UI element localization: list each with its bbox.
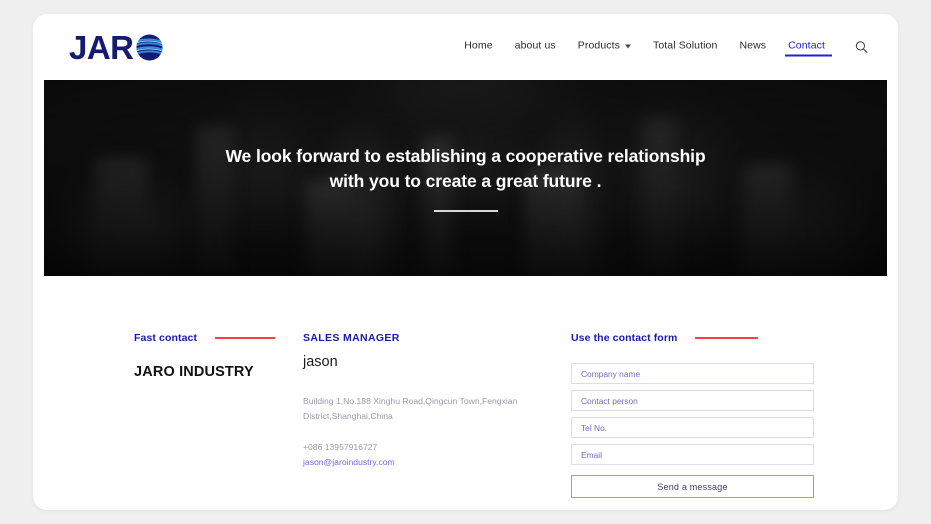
site-logo[interactable]: JAR xyxy=(69,31,164,64)
nav-label: Home xyxy=(464,39,493,52)
contact-person-input[interactable] xyxy=(571,390,814,411)
nav-item-about-us[interactable]: about us xyxy=(515,40,556,55)
contact-form: Send a message xyxy=(571,363,814,498)
sales-manager-title: SALES MANAGER xyxy=(303,332,400,344)
nav-label: Contact xyxy=(788,39,825,52)
sales-manager-column: SALES MANAGER jason Building 1,No.188 Xi… xyxy=(303,332,571,498)
nav-item-contact[interactable]: Contact xyxy=(785,39,832,57)
contact-form-title: Use the contact form xyxy=(571,332,678,344)
hero-headline: We look forward to establishing a cooper… xyxy=(225,144,705,194)
screenshot-stage: JAR Home about us Products Total Solutio… xyxy=(0,0,931,524)
nav-label: Total Solution xyxy=(653,39,718,52)
search-icon[interactable] xyxy=(855,41,868,54)
page-card: JAR Home about us Products Total Solutio… xyxy=(33,14,898,510)
fast-contact-title: Fast contact xyxy=(134,332,198,344)
contact-form-heading: Use the contact form xyxy=(571,332,814,344)
main-navigation: Home about us Products Total Solution Ne… xyxy=(464,39,868,57)
fast-contact-column: Fast contact JARO INDUSTRY xyxy=(33,332,303,498)
chevron-down-icon xyxy=(625,44,631,49)
email-input[interactable] xyxy=(571,444,814,465)
fast-contact-heading: Fast contact xyxy=(134,332,303,344)
accent-rule xyxy=(215,337,276,339)
hero-banner: We look forward to establishing a cooper… xyxy=(44,80,887,276)
active-nav-underline xyxy=(785,54,832,57)
address-line-2: District,Shanghai,China xyxy=(303,411,393,422)
nav-label: about us xyxy=(514,39,556,52)
hero-headline-line-1: We look forward to establishing a cooper… xyxy=(225,146,706,167)
office-address: Building 1,No.188 Xinghu Road,Qingcun To… xyxy=(303,394,521,424)
site-header: JAR Home about us Products Total Solutio… xyxy=(33,14,898,80)
company-name-input[interactable] xyxy=(571,363,814,384)
company-name: JARO INDUSTRY xyxy=(134,364,254,380)
tel-no-input[interactable] xyxy=(571,417,814,438)
nav-item-home[interactable]: Home xyxy=(464,40,492,55)
nav-label: News xyxy=(739,39,767,52)
send-message-button[interactable]: Send a message xyxy=(571,475,814,498)
globe-icon xyxy=(135,33,164,62)
sales-manager-heading: SALES MANAGER xyxy=(303,332,571,344)
hero-content: We look forward to establishing a cooper… xyxy=(44,80,887,276)
email-link[interactable]: jason@jaroindustry.com xyxy=(303,455,571,470)
hero-headline-line-2: with you to create a great future . xyxy=(329,171,602,191)
nav-item-total-solution[interactable]: Total Solution xyxy=(653,40,717,55)
nav-item-products[interactable]: Products xyxy=(578,40,631,55)
nav-label: Products xyxy=(577,39,620,52)
logo-wordmark: JAR xyxy=(69,28,134,66)
contact-section: Fast contact JARO INDUSTRY SALES MANAGER… xyxy=(33,276,898,498)
contact-details: +086 13957916727 jason@jaroindustry.com xyxy=(303,440,571,470)
hero-divider xyxy=(433,209,498,212)
phone-number: +086 13957916727 xyxy=(303,442,378,453)
sales-manager-name: jason xyxy=(303,354,338,370)
address-line-1: Building 1,No.188 Xinghu Road,Qingcun To… xyxy=(303,396,518,406)
nav-item-news[interactable]: News xyxy=(739,40,766,55)
contact-form-column: Use the contact form Send a message xyxy=(571,332,898,498)
accent-rule xyxy=(695,337,759,339)
